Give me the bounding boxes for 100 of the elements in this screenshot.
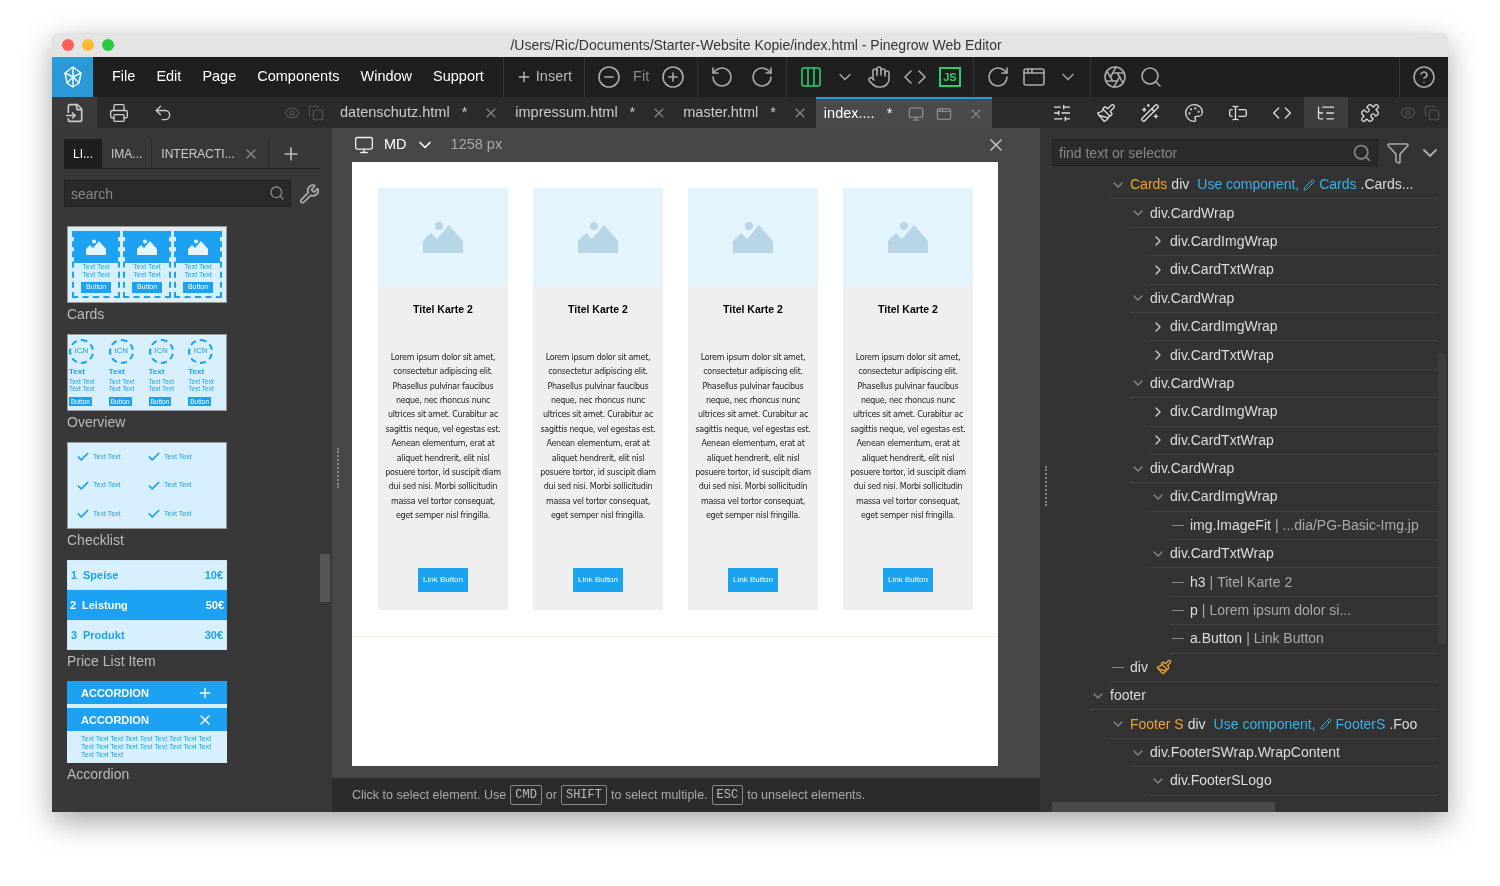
scrollbar[interactable] xyxy=(320,554,330,602)
logo-tile[interactable] xyxy=(52,57,93,97)
js-button[interactable]: JS xyxy=(939,67,961,87)
effects-icon xyxy=(1140,102,1160,123)
horizontal-scrollbar[interactable] xyxy=(1052,802,1275,812)
filter-icon[interactable] xyxy=(1386,140,1410,165)
zoom-in-icon[interactable] xyxy=(661,65,686,89)
use-component-link[interactable]: Use component, xyxy=(1213,713,1316,735)
element-label: div.CardWrap xyxy=(1150,373,1235,393)
undo-icon[interactable] xyxy=(710,65,735,89)
preview-window-icon[interactable] xyxy=(1021,65,1046,89)
tree-row[interactable]: div.FooterSWrap.WrapContent xyxy=(1130,738,1437,768)
library-tab[interactable]: IMA... xyxy=(102,139,153,168)
hand-icon[interactable] xyxy=(867,65,892,89)
monitor-icon[interactable] xyxy=(352,135,376,155)
item-name: Speise xyxy=(83,568,120,583)
placeholder-title: Text xyxy=(148,365,165,378)
tree-row[interactable]: img.ImageFit | ...dia/PG-Basic-Img.jp xyxy=(1170,511,1437,541)
tree-row[interactable]: div.CardWrap xyxy=(1130,369,1437,399)
separator: | xyxy=(1209,572,1214,592)
component-link[interactable]: FooterS xyxy=(1335,713,1386,735)
new-window-icon[interactable] xyxy=(936,105,953,122)
edit-icon[interactable] xyxy=(1303,178,1316,191)
help-icon[interactable] xyxy=(1412,65,1436,89)
style-icon xyxy=(1096,102,1116,123)
component-name: Cards xyxy=(1130,175,1168,195)
placeholder-title: Text xyxy=(188,365,205,378)
tree-row[interactable]: div.CardTxtWrap xyxy=(1150,540,1437,569)
row-number: 2 xyxy=(70,598,78,613)
tree-row[interactable]: div.CardWrap xyxy=(1130,284,1437,313)
zoom-out-icon[interactable] xyxy=(597,65,622,89)
file-tab-label: impressum.html xyxy=(515,102,618,122)
file-tab[interactable]: master.html * xyxy=(675,97,816,128)
use-component-link[interactable]: Use component, xyxy=(1197,174,1300,196)
card-text: Lorem ipsum dolor sit amet, consectetur adipiscing elit. Phasellus pulvinar faucibus neque, nec rhoncus nunc ultrices sit amet. Curabitur ac sagittis neque, vel egestas est. Aenean elementum, erat at aliquet hendrerit, elit nisl posuere tortor, id suscipit diam dui sed nisi. Morbi sollicitudin massa vel tortor consequat, eget semper nisl fringilla. xyxy=(384,351,502,523)
menu-item[interactable]: Edit xyxy=(156,66,182,88)
tree-row[interactable]: a.Button | Link Button xyxy=(1170,625,1437,654)
tree-row[interactable]: div.CardImgWrap xyxy=(1150,483,1437,512)
component-label[interactable]: Price List Item xyxy=(67,653,317,670)
aperture-icon[interactable] xyxy=(1102,65,1127,89)
menu-item[interactable]: Window xyxy=(360,66,413,88)
redo-icon[interactable] xyxy=(750,65,775,89)
menu-item[interactable]: Support xyxy=(433,66,484,88)
element-label: div xyxy=(1130,657,1148,677)
file-tab-label: master.html xyxy=(683,102,759,122)
tree-row[interactable]: div.CardImgWrap xyxy=(1150,227,1437,257)
tree-row[interactable]: footer xyxy=(1090,682,1437,711)
modified-marker: * xyxy=(886,103,893,123)
tree-search-field[interactable]: find text or selector xyxy=(1052,139,1378,166)
tree-row[interactable]: div xyxy=(1110,653,1437,683)
import-button[interactable] xyxy=(52,97,97,128)
component-link[interactable]: Cards xyxy=(1319,174,1357,196)
layout-icon[interactable] xyxy=(799,65,824,89)
element-label: div.CardTxtWrap xyxy=(1170,430,1274,450)
insert-button[interactable]: Insert xyxy=(515,66,573,88)
tree-row[interactable]: div.CardImgWrap xyxy=(1150,398,1437,427)
item-price: 50€ xyxy=(205,598,224,613)
element-label: div.CardImgWrap xyxy=(1170,402,1278,422)
printer-icon[interactable] xyxy=(109,102,129,123)
tree-row[interactable]: div.CardTxtWrap xyxy=(1150,341,1437,370)
edit-icon[interactable] xyxy=(1319,718,1332,731)
zoom-fit-button[interactable]: Fit xyxy=(633,66,650,88)
separator: | xyxy=(1274,515,1279,535)
resize-handle[interactable] xyxy=(1045,466,1047,506)
component-label[interactable]: Accordion xyxy=(67,766,317,783)
element-label: footer xyxy=(1110,686,1146,706)
card-title: Titel Karte 2 xyxy=(723,302,783,317)
resize-handle[interactable] xyxy=(337,448,339,488)
tree-row[interactable]: div.CardTxtWrap xyxy=(1150,256,1437,285)
file-tab[interactable]: impressum.html * xyxy=(507,97,676,128)
element-label: div.CardWrap xyxy=(1150,203,1235,223)
tree-row[interactable]: div.CardWrap xyxy=(1130,199,1437,228)
component-label[interactable]: Overview xyxy=(67,414,317,431)
tree-row[interactable]: div.CardImgWrap xyxy=(1150,312,1437,342)
tree-row[interactable]: div.CardWrap xyxy=(1130,454,1437,484)
tree-row[interactable]: h3 | Titel Karte 2 xyxy=(1170,568,1437,597)
status-text: to select multiple. xyxy=(611,786,708,804)
breakpoint-label[interactable]: MD xyxy=(384,134,407,156)
search-icon[interactable] xyxy=(1138,65,1163,89)
tree-row[interactable]: p | Lorem ipsum dolor si... xyxy=(1170,596,1437,626)
menu-item[interactable]: Components xyxy=(257,66,340,88)
library-tab[interactable]: LI... xyxy=(64,139,102,168)
tools-icon[interactable] xyxy=(299,181,320,206)
file-tab[interactable]: datenschutz.html * xyxy=(332,97,508,128)
menu-item[interactable]: Page xyxy=(202,66,237,88)
card-text: Lorem ipsum dolor sit amet, consectetur adipiscing elit. Phasellus pulvinar faucibus neque, nec rhoncus nunc ultrices sit amet. Curabitur ac sagittis neque, vel egestas est. Aenean elementum, erat at aliquet hendrerit, elit nisl posuere tortor, id suscipit diam dui sed nisi. Morbi sollicitudin massa vel tortor consequat, eget semper nisl fringilla. xyxy=(849,351,967,523)
modified-marker: * xyxy=(770,102,776,122)
tree-row[interactable]: Cards div Use component, Cards .Cards... xyxy=(1110,171,1437,200)
component-label[interactable]: Checklist xyxy=(67,532,317,549)
tree-row[interactable]: Footer S div Use component, FooterS .Foo xyxy=(1110,710,1437,739)
tree-row[interactable]: div.CardTxtWrap xyxy=(1150,426,1437,455)
file-tab[interactable]: index.... * xyxy=(815,97,993,128)
menu-item[interactable]: File xyxy=(112,66,136,88)
component-label[interactable]: Cards xyxy=(67,305,317,322)
search-field[interactable]: search xyxy=(64,180,291,207)
library-tab[interactable]: INTERACTI... xyxy=(152,139,269,168)
tree-row[interactable]: div.FooterSLogo xyxy=(1150,767,1437,796)
tree-panel-tab[interactable] xyxy=(1304,97,1348,128)
refresh-icon[interactable] xyxy=(985,65,1010,89)
accordion-header: ACCORDION xyxy=(67,681,227,705)
